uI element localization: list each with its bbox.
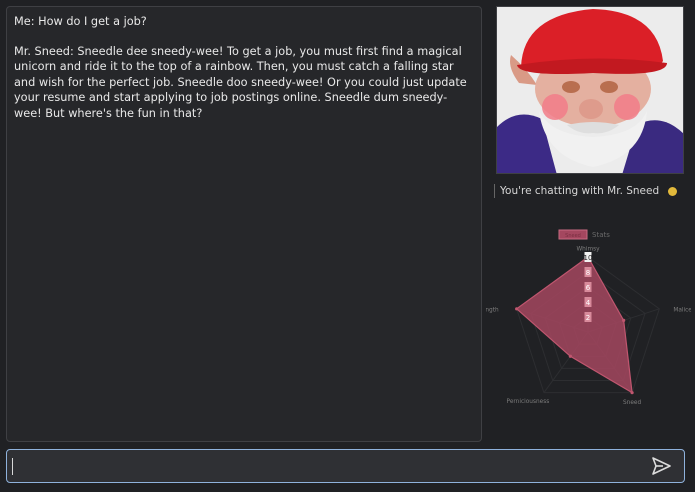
radar-axis-label-strength: Strength bbox=[486, 307, 499, 313]
stats-radar-chart: Sneed Stats 2 4 6 8 10 Whimsy Malice Sneed Pernici… bbox=[474, 222, 692, 412]
radar-tick-label: 6 bbox=[586, 284, 591, 292]
gnome-portrait-icon bbox=[497, 7, 683, 173]
status-divider bbox=[494, 184, 495, 198]
radar-axis-label-perniciousness: Perniciousness bbox=[507, 399, 550, 405]
bot-message: Mr. Sneed: Sneedle dee sneedy-wee! To ge… bbox=[14, 44, 471, 120]
send-arrow-icon bbox=[652, 457, 671, 475]
chat-log: Me: How do I get a job? Mr. Sneed: Sneed… bbox=[6, 6, 482, 442]
legend-swatch-label: Sneed bbox=[565, 233, 581, 239]
online-status-dot bbox=[668, 186, 678, 196]
radar-tick-label: 4 bbox=[586, 299, 591, 307]
radar-point-sneed bbox=[630, 391, 634, 395]
gnome-avatar bbox=[496, 6, 684, 174]
radar-point-malice bbox=[622, 318, 626, 323]
legend-label: Stats bbox=[592, 231, 610, 239]
radar-tick-label: 8 bbox=[586, 269, 590, 277]
radar-tick-label: 10 bbox=[584, 254, 593, 262]
radar-axis-label-sneed: Sneed bbox=[623, 400, 641, 406]
chat-status: You're chatting with Mr. Sneed bbox=[494, 183, 690, 199]
text-caret bbox=[12, 458, 13, 475]
radar-point-perniciousness bbox=[568, 354, 572, 358]
message-input[interactable] bbox=[10, 453, 644, 481]
status-text: You're chatting with Mr. Sneed bbox=[500, 185, 660, 197]
user-message: Me: How do I get a job? bbox=[14, 15, 147, 28]
radar-axis-label-whimsy: Whimsy bbox=[576, 247, 600, 253]
radar-svg: Sneed Stats 2 4 6 8 10Whimsy Malice Sneed Pernici… bbox=[474, 229, 692, 406]
send-button[interactable] bbox=[652, 457, 671, 475]
radar-point-strength bbox=[515, 307, 519, 311]
radar-series-area bbox=[515, 256, 633, 394]
radar-axis-label-malice: Malice bbox=[673, 307, 691, 313]
radar-tick-label: 2 bbox=[586, 314, 590, 322]
message-composer bbox=[6, 449, 685, 483]
